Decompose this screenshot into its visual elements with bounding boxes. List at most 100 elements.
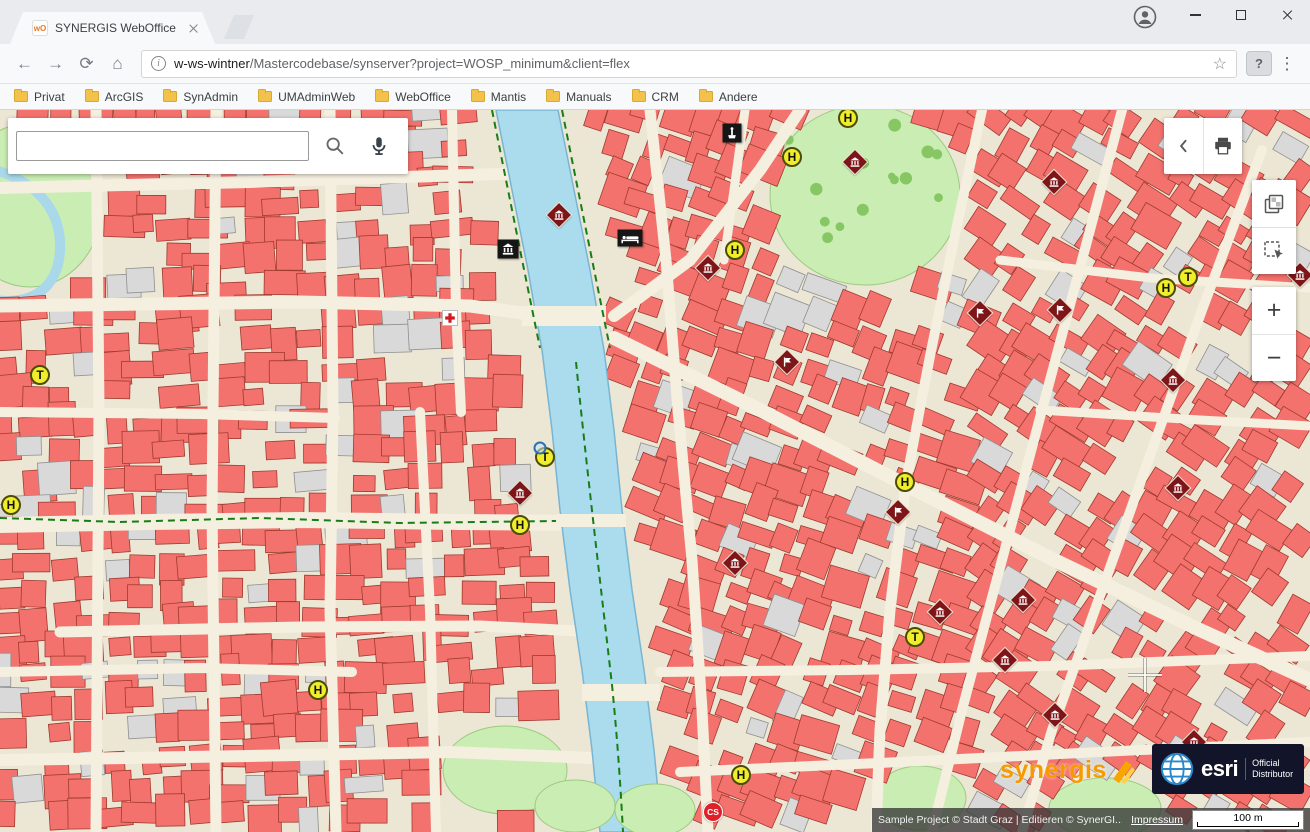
browser-tab[interactable]: wO SYNERGIS WebOffice [10, 12, 215, 44]
map-marker-museum[interactable] [1161, 368, 1185, 392]
bookmark-label: UMAdminWeb [278, 90, 355, 104]
map-status-bar: Sample Project © Stadt Graz | Editieren … [872, 808, 1310, 832]
basemap-layers-icon [1262, 192, 1286, 216]
printer-icon [1212, 135, 1234, 157]
map-marker-h[interactable]: H [895, 472, 915, 492]
map-marker-h[interactable]: H [731, 765, 751, 785]
map-marker-layer: HHHHHHHHHTTTTCS [0, 110, 1310, 832]
map-marker-t[interactable]: T [905, 627, 925, 647]
map-marker-museum[interactable] [696, 256, 720, 280]
map-marker-museum[interactable] [1011, 588, 1035, 612]
map-marker-museum[interactable] [1166, 476, 1190, 500]
esri-badge: esri OfficialDistributor [1152, 744, 1304, 794]
map-marker-black-museum[interactable] [498, 240, 519, 259]
forward-button[interactable]: → [41, 49, 70, 78]
map-marker-museum[interactable] [928, 600, 952, 624]
plus-icon: + [1267, 296, 1282, 325]
map-marker-t[interactable]: T [1178, 267, 1198, 287]
tab-title: SYNERGIS WebOffice [55, 21, 181, 35]
bookmark-weboffice[interactable]: WebOffice [371, 88, 455, 106]
map-marker-museum[interactable] [1043, 703, 1067, 727]
bookmark-privat[interactable]: Privat [10, 88, 69, 106]
bookmark-crm[interactable]: CRM [628, 88, 683, 106]
minus-icon: − [1267, 344, 1282, 373]
map-marker-flag[interactable] [1048, 298, 1072, 322]
map-marker-t[interactable]: T [30, 365, 50, 385]
map-marker-museum[interactable] [508, 481, 532, 505]
address-bar[interactable]: i w-ws-wintner/Mastercodebase/synserver?… [141, 50, 1237, 78]
map-marker-flag[interactable] [775, 350, 799, 374]
bookmark-arcgis[interactable]: ArcGIS [81, 88, 148, 106]
back-button[interactable]: ← [10, 49, 39, 78]
close-button[interactable] [1264, 0, 1310, 30]
microphone-icon [368, 135, 390, 157]
voice-search-button[interactable] [361, 126, 397, 166]
chevron-left-icon [1174, 136, 1194, 156]
map-marker-museum[interactable] [993, 648, 1017, 672]
bookmark-label: Manuals [566, 90, 611, 104]
map-marker-h[interactable]: H [838, 110, 858, 128]
impressum-link[interactable]: Impressum [1131, 814, 1183, 826]
bookmark-manuals[interactable]: Manuals [542, 88, 615, 106]
folder-icon [632, 91, 646, 102]
map-viewport[interactable]: HHHHHHHHHTTTTCS [0, 110, 1310, 832]
map-marker-museum[interactable] [1042, 170, 1066, 194]
bookmark-label: ArcGIS [105, 90, 144, 104]
map-marker-flag[interactable] [886, 500, 910, 524]
map-marker-h[interactable]: H [308, 680, 328, 700]
bookmark-synadmin[interactable]: SynAdmin [159, 88, 242, 106]
map-marker-cs[interactable]: CS [703, 802, 723, 822]
menu-icon: ⋮ [1279, 54, 1296, 74]
map-zoom-panel: + − [1252, 287, 1296, 381]
map-crosshair [1127, 657, 1163, 693]
url-host: w-ws-wintner [174, 56, 250, 71]
scale-bracket [1197, 822, 1299, 827]
collapse-panel-button[interactable] [1164, 118, 1203, 174]
map-marker-museum[interactable] [547, 203, 571, 227]
map-marker-black-monument[interactable] [723, 124, 742, 143]
bookmark-andere[interactable]: Andere [695, 88, 762, 106]
extension-button[interactable]: ? [1246, 51, 1272, 76]
bookmark-mantis[interactable]: Mantis [467, 88, 530, 106]
map-marker-h[interactable]: H [1156, 278, 1176, 298]
home-icon: ⌂ [112, 54, 122, 74]
new-tab-button[interactable] [224, 15, 254, 39]
bookmark-star-icon[interactable]: ☆ [1213, 54, 1227, 74]
map-marker-h[interactable]: H [1, 495, 21, 515]
search-button[interactable] [317, 126, 353, 166]
browser-menu-button[interactable]: ⋮ [1274, 51, 1300, 77]
window-controls [1172, 0, 1310, 30]
home-button[interactable]: ⌂ [103, 49, 132, 78]
print-button[interactable] [1203, 118, 1242, 174]
search-input[interactable] [16, 131, 309, 161]
forward-icon: → [47, 54, 64, 74]
esri-distributor-label: OfficialDistributor [1245, 758, 1293, 780]
profile-icon[interactable] [1132, 4, 1158, 30]
map-marker-red-cross[interactable] [442, 310, 458, 326]
maximize-button[interactable] [1218, 0, 1264, 30]
map-marker-circle[interactable] [534, 442, 547, 455]
folder-icon [163, 91, 177, 102]
page-info-icon[interactable]: i [151, 56, 166, 71]
map-marker-h[interactable]: H [725, 240, 745, 260]
tab-close-icon[interactable] [188, 23, 199, 34]
map-marker-flag[interactable] [968, 301, 992, 325]
folder-icon [546, 91, 560, 102]
basemap-button[interactable] [1252, 180, 1296, 227]
folder-icon [375, 91, 389, 102]
select-export-button[interactable] [1252, 227, 1296, 274]
search-icon [324, 135, 346, 157]
bookmark-label: WebOffice [395, 90, 451, 104]
map-marker-h[interactable]: H [782, 147, 802, 167]
reload-button[interactable]: ⟳ [72, 49, 101, 78]
url-text: w-ws-wintner/Mastercodebase/synserver?pr… [174, 56, 1205, 71]
esri-globe-icon [1160, 752, 1194, 786]
zoom-out-button[interactable]: − [1252, 334, 1296, 381]
map-marker-h[interactable]: H [510, 515, 530, 535]
map-marker-museum[interactable] [723, 551, 747, 575]
zoom-in-button[interactable]: + [1252, 287, 1296, 334]
minimize-button[interactable] [1172, 0, 1218, 30]
map-marker-black-bed[interactable] [618, 230, 643, 247]
map-marker-museum[interactable] [843, 150, 867, 174]
bookmark-umadminweb[interactable]: UMAdminWeb [254, 88, 359, 106]
